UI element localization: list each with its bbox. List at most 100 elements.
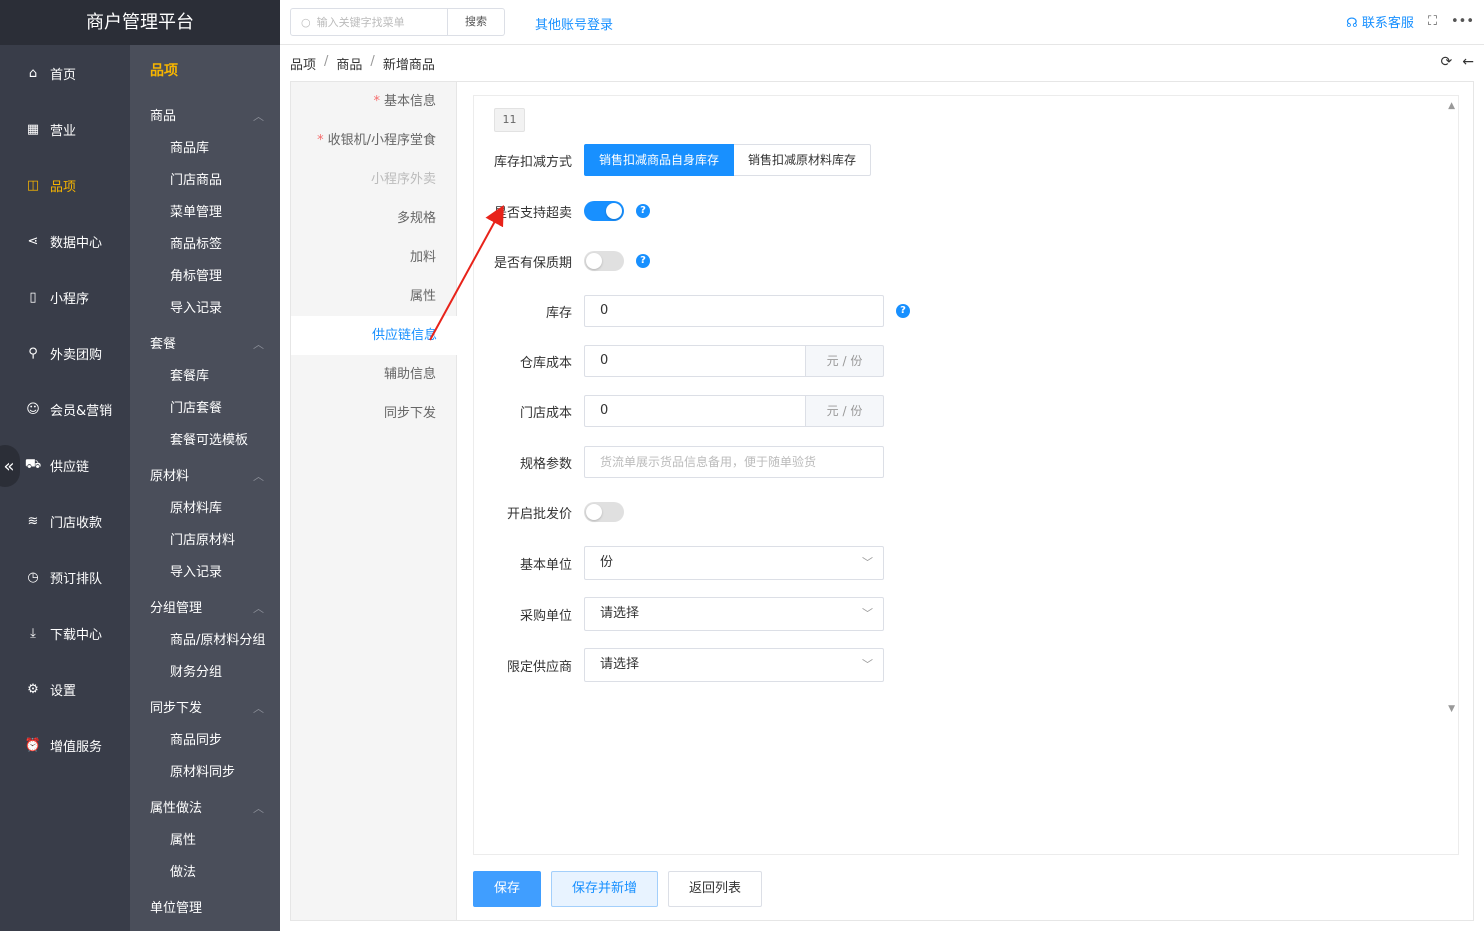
submenu-item[interactable]: 原材料库 bbox=[130, 493, 280, 525]
store-cost-input[interactable]: 0 bbox=[584, 395, 806, 427]
submenu-item[interactable]: 原材料同步 bbox=[130, 757, 280, 789]
submenu-item[interactable]: 属性 bbox=[130, 825, 280, 857]
search-button[interactable]: 搜索 bbox=[448, 8, 505, 36]
breadcrumb-item[interactable]: 商品 bbox=[336, 54, 362, 73]
submenu-group[interactable]: 分组管理 ︿ bbox=[130, 593, 280, 625]
cost-unit-suffix: 元 / 份 bbox=[806, 345, 884, 377]
nav-item[interactable]: ⏰ 增值服务 bbox=[0, 717, 130, 773]
save-button[interactable]: 保存 bbox=[473, 871, 542, 907]
wholesale-switch[interactable] bbox=[584, 502, 624, 522]
stock-method-material-option[interactable]: 销售扣减原材料库存 bbox=[734, 144, 872, 176]
nav-item[interactable]: ⚙ 设置 bbox=[0, 661, 130, 717]
submenu-item[interactable]: 门店套餐 bbox=[130, 393, 280, 425]
nav-item[interactable]: ▦ 营业 bbox=[0, 101, 130, 157]
help-icon[interactable]: ? bbox=[636, 254, 650, 268]
section-tab[interactable]: 辅助信息 bbox=[291, 355, 456, 394]
nav-item[interactable]: ⌂ 首页 bbox=[0, 45, 130, 101]
collapse-sidebar-button[interactable]: « bbox=[0, 445, 20, 487]
shelf-life-switch[interactable] bbox=[584, 251, 624, 271]
spec-input[interactable]: 货流单展示货品信息备用，便于随单验货 bbox=[584, 446, 884, 478]
stock-method-self-option[interactable]: 销售扣减商品自身库存 bbox=[584, 144, 735, 176]
refresh-icon[interactable]: ⟳ bbox=[1441, 54, 1453, 70]
nav-item[interactable]: ☺ 会员&营销 bbox=[0, 381, 130, 437]
submenu-item[interactable]: 菜单管理 bbox=[130, 197, 280, 229]
back-to-list-button[interactable]: 返回列表 bbox=[668, 871, 763, 907]
download-icon: ⤓ bbox=[30, 625, 36, 641]
purchase-unit-select[interactable]: 请选择 ﹀ bbox=[584, 597, 884, 631]
base-unit-select[interactable]: 份 ﹀ bbox=[584, 546, 884, 580]
submenu-item[interactable]: 财务分组 bbox=[130, 657, 280, 689]
section-tab[interactable]: 同步下发 bbox=[291, 394, 456, 433]
submenu-group[interactable]: 单位管理 bbox=[130, 893, 280, 925]
submenu-item[interactable]: 门店商品 bbox=[130, 165, 280, 197]
submenu-group[interactable]: 属性做法 ︿ bbox=[130, 793, 280, 825]
nav-item-label: 首页 bbox=[50, 67, 77, 83]
search-icon: ○ bbox=[301, 15, 311, 29]
more-icon[interactable]: ••• bbox=[1451, 14, 1474, 29]
bike-icon: ⚲ bbox=[28, 345, 38, 361]
nav-item[interactable]: ▯ 小程序 bbox=[0, 269, 130, 325]
menu-search-input[interactable]: ○ 输入关键字找菜单 bbox=[290, 8, 448, 36]
cost-unit-suffix: 元 / 份 bbox=[806, 395, 884, 427]
submenu-item[interactable]: 套餐库 bbox=[130, 361, 280, 393]
contact-support-link[interactable]: ☊ 联系客服 bbox=[1346, 12, 1414, 31]
submenu-group[interactable]: 原材料 ︿ bbox=[130, 461, 280, 493]
submenu-item[interactable]: 套餐可选模板 bbox=[130, 425, 280, 457]
nav-item[interactable]: ⚲ 外卖团购 bbox=[0, 325, 130, 381]
submenu-group[interactable]: 套餐 ︿ bbox=[130, 329, 280, 361]
submenu-item[interactable]: 商品库 bbox=[130, 133, 280, 165]
section-tab[interactable]: 属性 bbox=[291, 277, 456, 316]
wholesale-label: 开启批发价 bbox=[506, 506, 572, 522]
back-arrow-icon[interactable]: ← bbox=[1462, 54, 1474, 70]
section-tab[interactable]: 加料 bbox=[291, 238, 456, 277]
chevron-down-icon: ﹀ bbox=[862, 607, 873, 620]
submenu-group-label: 同步下发 bbox=[150, 701, 203, 716]
scroll-down-icon[interactable]: ▼ bbox=[1448, 704, 1455, 714]
section-tab[interactable]: * 收银机/小程序堂食 bbox=[291, 121, 456, 160]
submenu-item[interactable]: 做法 bbox=[130, 857, 280, 889]
stock-input[interactable]: 0 bbox=[584, 295, 884, 327]
scroll-up-icon[interactable]: ▲ bbox=[1448, 101, 1455, 111]
submenu-item[interactable]: 导入记录 bbox=[130, 557, 280, 589]
submenu-item[interactable]: 角标管理 bbox=[130, 261, 280, 293]
chevron-down-icon: ﹀ bbox=[862, 556, 873, 569]
submenu-item[interactable]: 门店原材料 bbox=[130, 525, 280, 557]
section-tab[interactable]: 多规格 bbox=[291, 199, 456, 238]
chevron-up-icon: ︿ bbox=[253, 110, 264, 123]
warehouse-cost-input[interactable]: 0 bbox=[584, 345, 806, 377]
breadcrumb-item[interactable]: 品项 bbox=[290, 54, 316, 73]
other-account-login-link[interactable]: 其他账号登录 bbox=[535, 14, 613, 33]
save-and-new-button[interactable]: 保存并新增 bbox=[551, 871, 659, 907]
chevron-up-icon: ︿ bbox=[253, 702, 264, 715]
section-tabs: * 基本信息 * 收银机/小程序堂食 小程序外卖 多规格 加料 属性 供应链信息 辅助信息 同步下发 bbox=[291, 82, 457, 920]
database-icon: ≋ bbox=[27, 513, 39, 529]
nav-item[interactable]: ⤓ 下载中心 bbox=[0, 605, 130, 661]
submenu-group[interactable]: 商品 ︿ bbox=[130, 101, 280, 133]
help-icon[interactable]: ? bbox=[636, 204, 650, 218]
submenu-item[interactable]: 商品标签 bbox=[130, 229, 280, 261]
nav-item[interactable]: ◷ 预订排队 bbox=[0, 549, 130, 605]
submenu-item[interactable]: 导入记录 bbox=[130, 293, 280, 325]
section-tab[interactable]: * 基本信息 bbox=[291, 82, 456, 121]
submenu-group-label: 分组管理 bbox=[150, 601, 203, 616]
purchase-unit-value: 请选择 bbox=[600, 606, 640, 621]
help-icon[interactable]: ? bbox=[896, 304, 910, 318]
submenu-group-label: 原材料 bbox=[150, 469, 190, 484]
clock-icon: ◷ bbox=[27, 569, 39, 585]
supplier-label: 限定供应商 bbox=[506, 659, 572, 675]
stock-label: 库存 bbox=[545, 305, 572, 321]
section-tab[interactable]: 小程序外卖 bbox=[291, 160, 456, 199]
submenu-item[interactable]: 商品/原材料分组 bbox=[130, 625, 280, 657]
section-tab[interactable]: 供应链信息 bbox=[291, 316, 457, 355]
chevron-up-icon: ︿ bbox=[253, 602, 264, 615]
supplier-select[interactable]: 请选择 ﹀ bbox=[584, 648, 884, 682]
submenu-group[interactable]: 同步下发 ︿ bbox=[130, 693, 280, 725]
oversell-switch[interactable] bbox=[584, 201, 624, 221]
nav-item[interactable]: ≋ 门店收款 bbox=[0, 493, 130, 549]
search-placeholder: 输入关键字找菜单 bbox=[316, 16, 405, 29]
fullscreen-icon[interactable]: ⛶ bbox=[1428, 14, 1437, 29]
shelf-life-label: 是否有保质期 bbox=[493, 255, 572, 271]
submenu-item[interactable]: 商品同步 bbox=[130, 725, 280, 757]
nav-item[interactable]: ◫ 品项 bbox=[0, 157, 130, 213]
nav-item[interactable]: ⋖ 数据中心 bbox=[0, 213, 130, 269]
